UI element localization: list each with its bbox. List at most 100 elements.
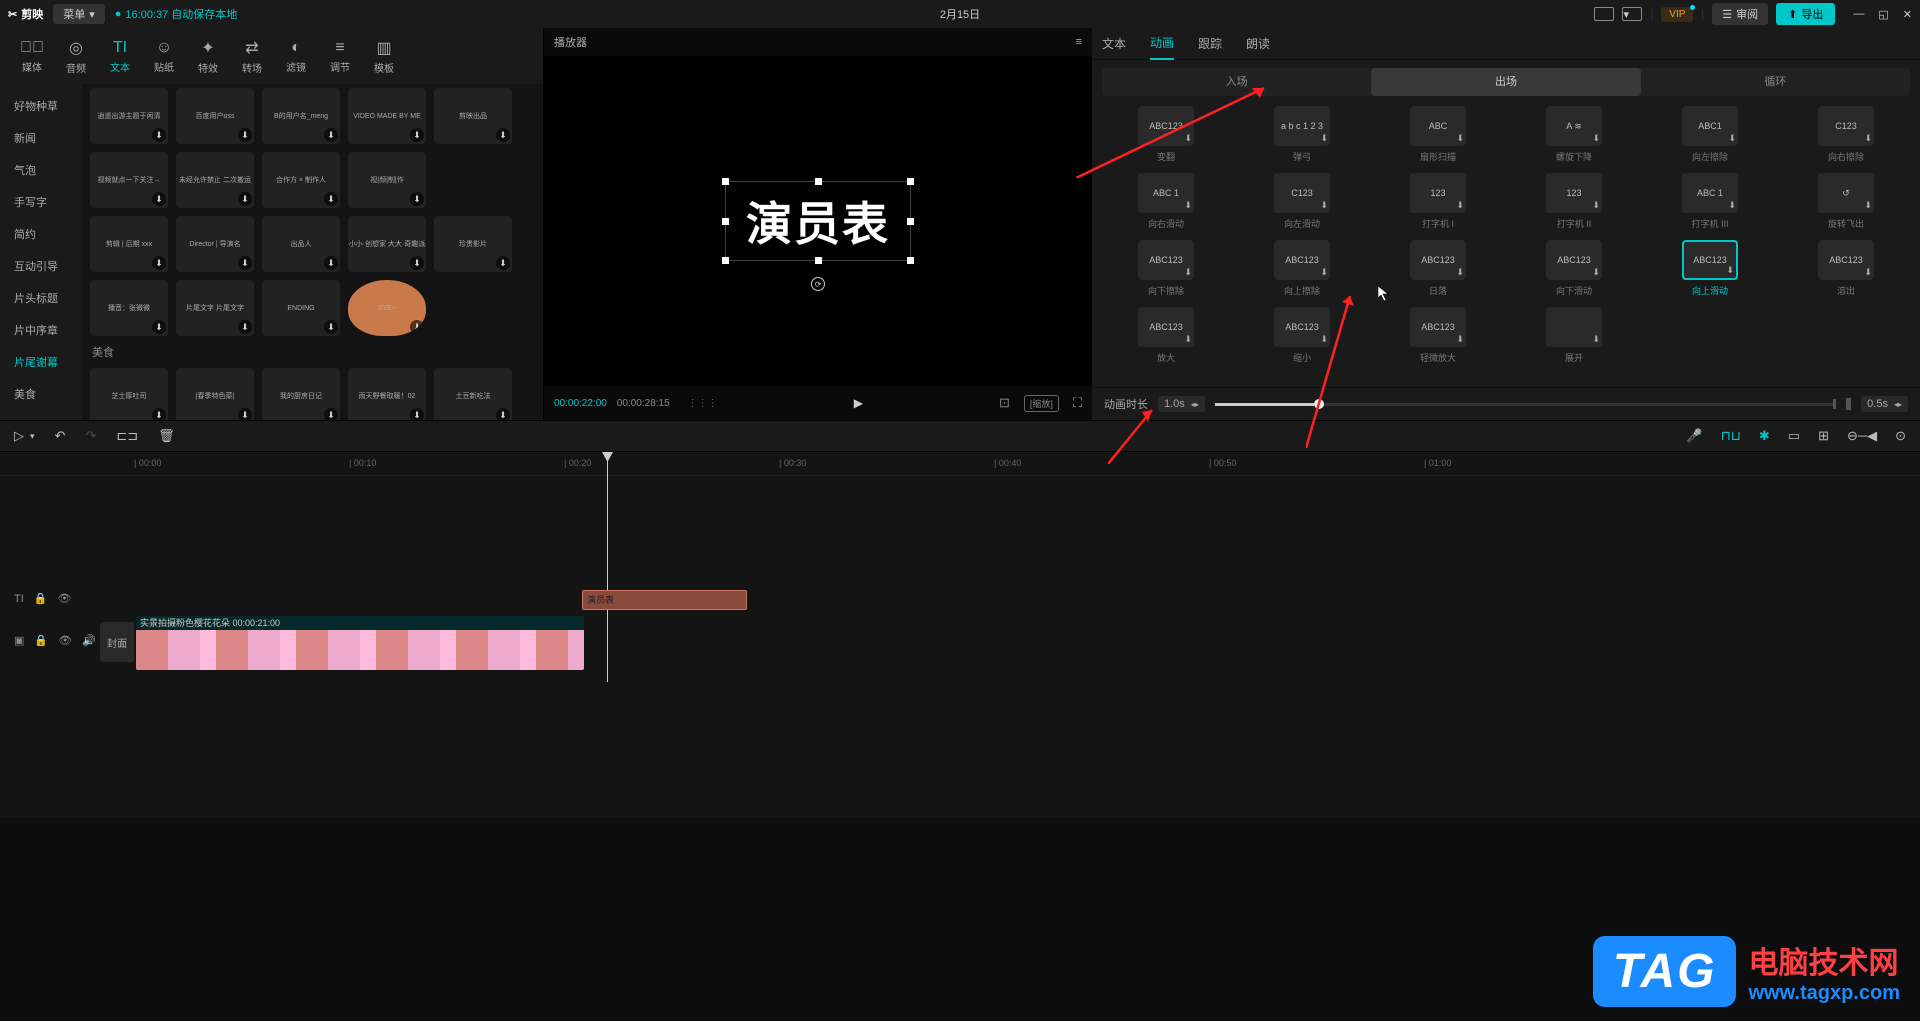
- asset-tab-贴纸[interactable]: ☺贴纸: [142, 35, 186, 78]
- category-item[interactable]: 美食: [0, 378, 82, 410]
- category-item[interactable]: 互动引导: [0, 250, 82, 282]
- lock-icon[interactable]: 🔒: [34, 592, 48, 605]
- download-icon[interactable]: ⬇: [1320, 133, 1328, 144]
- fullscreen-icon[interactable]: ⛶: [1073, 395, 1082, 411]
- anim-preset-thumb[interactable]: ⬇: [1546, 307, 1602, 347]
- text-template-thumb[interactable]: B的用户名_meng⬇: [262, 88, 340, 144]
- text-template-thumb[interactable]: BYE~⬇: [348, 280, 426, 336]
- download-icon[interactable]: ⬇: [1456, 133, 1464, 144]
- asset-tab-媒体[interactable]: ▶⃞媒体: [10, 35, 54, 78]
- timeline-dots[interactable]: ⋮⋮⋮: [688, 398, 718, 409]
- text-template-thumb[interactable]: ENDING⬇: [262, 280, 340, 336]
- anim-subtab-出场[interactable]: 出场: [1371, 68, 1640, 96]
- text-clip[interactable]: 演员表: [582, 590, 747, 610]
- anim-preset-thumb[interactable]: ABC123⬇: [1138, 307, 1194, 347]
- eye-icon[interactable]: 👁: [58, 634, 72, 647]
- minimize-icon[interactable]: —: [1853, 8, 1864, 21]
- lock-icon[interactable]: 🔒: [34, 634, 48, 647]
- duration-stepper[interactable]: 1.0s◂▸: [1158, 396, 1205, 412]
- zoom-fit-icon[interactable]: ⊙: [1895, 428, 1906, 444]
- anim-preset-thumb[interactable]: A ≋⬇: [1546, 106, 1602, 146]
- category-item[interactable]: 手写字: [0, 186, 82, 218]
- asset-tab-调节[interactable]: ≡调节: [318, 35, 362, 78]
- rotate-handle[interactable]: ⟳: [811, 277, 825, 291]
- download-icon[interactable]: ⬇: [496, 256, 510, 270]
- category-item[interactable]: 好物种草: [0, 90, 82, 122]
- delete-icon[interactable]: 🗑: [158, 428, 175, 444]
- zoom-out-marker-icon[interactable]: ⊖─◀: [1847, 428, 1877, 444]
- text-template-thumb[interactable]: 小小·创想家 大大·奇趣派⬇: [348, 216, 426, 272]
- download-icon[interactable]: ⬇: [152, 256, 166, 270]
- text-template-thumb[interactable]: 视|频|制|作⬇: [348, 152, 426, 208]
- download-icon[interactable]: ⬇: [1184, 267, 1192, 278]
- asset-tab-转场[interactable]: ⇄转场: [230, 34, 274, 79]
- text-template-thumb[interactable]: 未经允许禁止 二次搬运⬇: [176, 152, 254, 208]
- vip-badge[interactable]: VIP: [1661, 7, 1693, 22]
- asset-tab-特效[interactable]: ✦特效: [186, 34, 230, 79]
- crop-icon[interactable]: ⊡: [999, 395, 1010, 411]
- anim-preset-thumb[interactable]: ABC123⬇: [1274, 240, 1330, 280]
- undo-icon[interactable]: ↶: [55, 428, 66, 444]
- download-icon[interactable]: ⬇: [1184, 334, 1192, 345]
- download-icon[interactable]: ⬇: [1864, 133, 1872, 144]
- download-icon[interactable]: ⬇: [152, 408, 166, 420]
- download-icon[interactable]: ⬇: [238, 192, 252, 206]
- layout-icon-2[interactable]: ▾: [1622, 7, 1642, 21]
- category-item[interactable]: 片头标题: [0, 282, 82, 314]
- download-icon[interactable]: ⬇: [1320, 200, 1328, 211]
- category-item[interactable]: 简约: [0, 218, 82, 250]
- preview-canvas[interactable]: 演员表 ⟳: [544, 56, 1092, 386]
- asset-tab-音频[interactable]: ◎音频: [54, 34, 98, 79]
- anim-preset-thumb[interactable]: 123⬇: [1546, 173, 1602, 213]
- download-icon[interactable]: ⬇: [1456, 200, 1464, 211]
- track-collapse-icon[interactable]: ▣: [14, 634, 24, 647]
- download-icon[interactable]: ⬇: [1728, 133, 1736, 144]
- magnet-icon[interactable]: ⊓⊔: [1721, 428, 1741, 444]
- menu-button[interactable]: 菜单 ▾: [53, 4, 105, 24]
- anim-preset-thumb[interactable]: ABC123⬇: [1138, 106, 1194, 146]
- select-tool-icon[interactable]: ▷: [14, 428, 24, 444]
- mic-icon[interactable]: 🎤: [1686, 428, 1702, 444]
- close-icon[interactable]: ✕: [1903, 8, 1912, 21]
- select-dropdown-icon[interactable]: ▾: [30, 431, 35, 442]
- download-icon[interactable]: ⬇: [1184, 133, 1192, 144]
- maximize-icon[interactable]: ◱: [1878, 8, 1888, 21]
- download-icon[interactable]: ⬇: [1592, 267, 1600, 278]
- asset-tab-模板[interactable]: ▥模板: [362, 34, 406, 79]
- download-icon[interactable]: ⬇: [238, 408, 252, 420]
- anim-preset-thumb[interactable]: ABC123⬇: [1138, 240, 1194, 280]
- asset-tab-滤镜[interactable]: ◐滤镜: [274, 35, 318, 78]
- category-item[interactable]: 片中序章: [0, 314, 82, 346]
- text-template-thumb[interactable]: 百度用户oss⬇: [176, 88, 254, 144]
- anim-preset-thumb[interactable]: ABC123⬇: [1818, 240, 1874, 280]
- download-icon[interactable]: ⬇: [410, 256, 424, 270]
- layout-icon-1[interactable]: [1594, 7, 1614, 21]
- text-template-thumb[interactable]: 芝士厚吐司⬇: [90, 368, 168, 420]
- download-icon[interactable]: ⬇: [152, 192, 166, 206]
- align-icon[interactable]: ⊞: [1818, 428, 1829, 444]
- prop-tab-朗读[interactable]: 朗读: [1246, 28, 1270, 59]
- export-button[interactable]: ⬆ 导出: [1776, 3, 1835, 25]
- cover-button[interactable]: 封面: [100, 622, 134, 662]
- text-template-thumb[interactable]: 剪辑 | 后期 xxx⬇: [90, 216, 168, 272]
- ratio-button[interactable]: [缩放]: [1024, 395, 1059, 412]
- anim-preset-thumb[interactable]: 123⬇: [1410, 173, 1466, 213]
- play-button[interactable]: ▶: [718, 396, 999, 410]
- anim-preset-thumb[interactable]: ABC⬇: [1410, 106, 1466, 146]
- download-icon[interactable]: ⬇: [324, 408, 338, 420]
- text-template-thumb[interactable]: 逍遥出游主题于闲清⬇: [90, 88, 168, 144]
- download-icon[interactable]: ⬇: [1592, 133, 1600, 144]
- split-icon[interactable]: ⊏⊐: [116, 428, 138, 444]
- anim-preset-thumb[interactable]: a b c 1 2 3⬇: [1274, 106, 1330, 146]
- download-icon[interactable]: ⬇: [496, 408, 510, 420]
- text-template-thumb[interactable]: 土豆新吃法⬇: [434, 368, 512, 420]
- download-icon[interactable]: ⬇: [1320, 267, 1328, 278]
- player-menu-icon[interactable]: ≡: [1076, 36, 1082, 48]
- download-icon[interactable]: ⬇: [1184, 200, 1192, 211]
- download-icon[interactable]: ⬇: [410, 320, 424, 334]
- anim-preset-thumb[interactable]: ABC123⬇: [1274, 307, 1330, 347]
- playhead[interactable]: [607, 452, 608, 682]
- text-template-thumb[interactable]: VIDEO MADE BY ME⬇: [348, 88, 426, 144]
- asset-tab-文本[interactable]: TI文本: [98, 35, 142, 78]
- download-icon[interactable]: ⬇: [324, 192, 338, 206]
